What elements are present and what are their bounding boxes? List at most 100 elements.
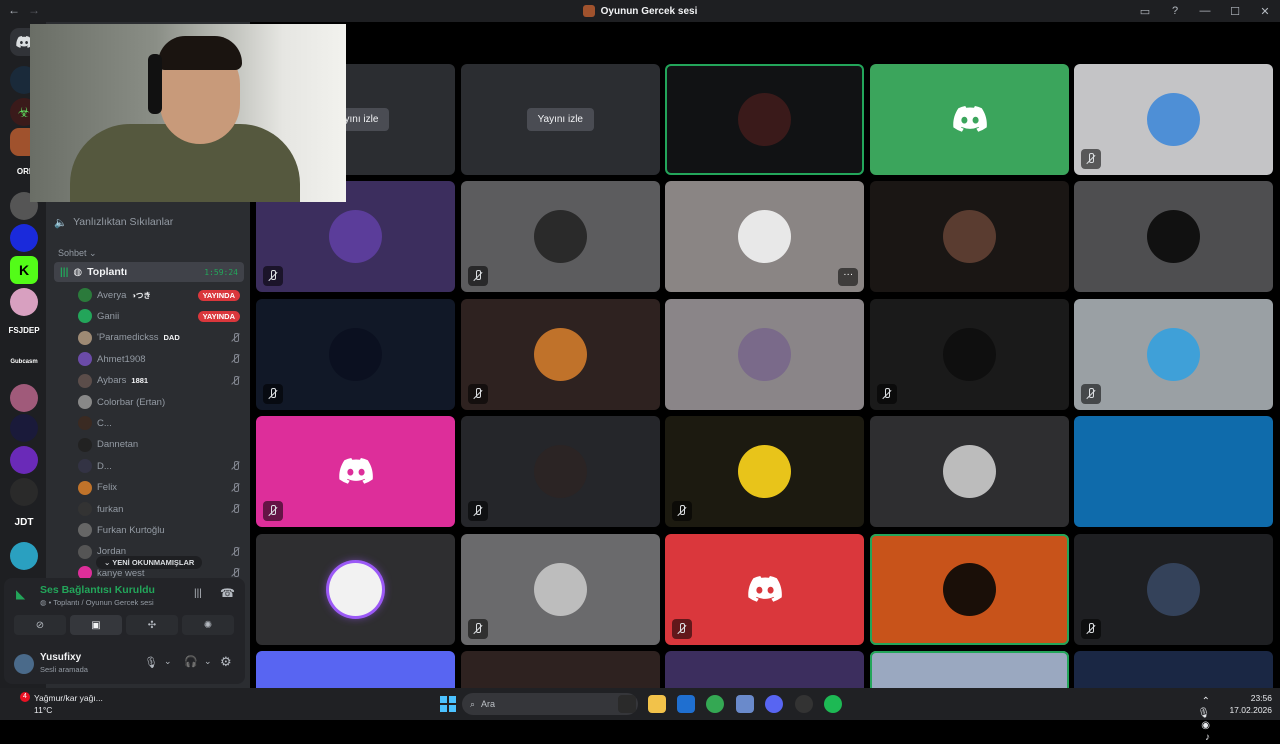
back-button[interactable]: ←	[8, 3, 20, 17]
participant-tile[interactable]: Yayını izle	[460, 64, 660, 175]
forward-button[interactable]: →	[28, 3, 40, 17]
member-row[interactable]: Felix	[78, 479, 240, 497]
settings-gear-icon[interactable]: ⚙	[220, 654, 232, 670]
disconnect-icon[interactable]: ☎	[220, 586, 235, 600]
member-row[interactable]: Averya ◑つき YAYINDA	[78, 286, 240, 304]
maximize-button[interactable]: ☐	[1220, 5, 1250, 18]
active-voice-channel[interactable]: ||| ◍ Toplantı 1:59:24	[54, 262, 244, 282]
mic-options-chevron-icon[interactable]: ⌄	[164, 656, 172, 667]
discord-logo-icon	[339, 458, 373, 484]
voice-channel[interactable]: 🔈 Yanlızlıktan Sıkılanlar	[54, 212, 244, 232]
participant-tile[interactable]	[869, 181, 1069, 293]
participant-tile[interactable]	[1074, 181, 1274, 293]
chrome-icon[interactable]	[706, 695, 724, 713]
participant-tile[interactable]	[665, 298, 865, 410]
noise-suppression-icon[interactable]: |||	[194, 588, 202, 599]
participant-tile[interactable]	[460, 416, 660, 528]
muted-mic-icon	[230, 504, 240, 514]
server-text-fsjdep[interactable]: FSJDEP	[4, 326, 44, 335]
new-unread-pill[interactable]: ⌄ YENİ OKUNMAMIŞLAR	[96, 556, 203, 569]
participant-tile[interactable]	[869, 533, 1069, 645]
more-options-icon[interactable]: ···	[838, 268, 859, 287]
server-text-gubcasm[interactable]: Gubcasm	[4, 359, 44, 365]
participant-tile[interactable]	[665, 416, 865, 528]
participant-tile[interactable]	[869, 64, 1069, 175]
participant-tile[interactable]	[256, 298, 455, 410]
participant-tile[interactable]	[665, 533, 865, 645]
user-avatar[interactable]	[14, 654, 34, 674]
member-row[interactable]: C...	[78, 414, 240, 432]
close-button[interactable]: ✕	[1250, 5, 1280, 18]
connection-status[interactable]: Ses Bağlantısı Kuruldu	[40, 584, 155, 596]
participant-tile[interactable]	[256, 533, 455, 645]
watch-stream-button[interactable]: Yayını izle	[526, 108, 594, 131]
settings-app-icon[interactable]	[736, 695, 754, 713]
member-name: Dannetan	[97, 439, 139, 451]
member-name: C...	[97, 417, 112, 429]
webcam-preview[interactable]	[30, 24, 346, 202]
member-row[interactable]: D...	[78, 457, 240, 475]
server-icon-5[interactable]	[10, 224, 38, 252]
participant-tile[interactable]	[256, 416, 455, 528]
member-row[interactable]: Ahmet1908	[78, 350, 240, 368]
participant-tile[interactable]	[460, 181, 660, 293]
headphones-icon[interactable]: 🎧	[184, 655, 198, 668]
server-text-jdt[interactable]: JDT	[4, 517, 44, 528]
file-explorer-icon[interactable]	[648, 695, 666, 713]
category-label[interactable]: Sohbet ⌄	[58, 248, 97, 259]
member-row[interactable]: Colorbar (Ertan)	[78, 393, 240, 411]
participant-tile[interactable]	[1074, 651, 1274, 688]
username[interactable]: Yusufixy	[40, 652, 81, 663]
video-grid: Yayını izle Yayını izle ···	[250, 22, 1280, 688]
camera-off-button[interactable]: ⊘	[14, 615, 66, 635]
discord-app-icon[interactable]	[765, 695, 783, 713]
mic-icon[interactable]: 🎙	[144, 656, 158, 669]
participant-tile[interactable]	[869, 298, 1069, 410]
system-tray[interactable]: ⌃ 🎙 ◉ ♪ 23:56 17.02.2026	[1197, 692, 1272, 743]
server-icon-9[interactable]	[10, 446, 38, 474]
participant-tile[interactable]	[665, 651, 865, 688]
inbox-icon[interactable]: ▭	[1130, 5, 1160, 18]
task-view-icon[interactable]	[618, 695, 636, 713]
soundboard-button[interactable]: ✺	[182, 615, 234, 635]
store-icon[interactable]	[677, 695, 695, 713]
participant-tile[interactable]	[460, 533, 660, 645]
member-avatar	[78, 502, 92, 516]
windows-start-icon[interactable]	[440, 696, 456, 712]
participant-tile[interactable]: ···	[665, 181, 865, 293]
server-icon-8[interactable]	[10, 414, 38, 442]
member-row[interactable]: furkan	[78, 500, 240, 518]
participant-tile[interactable]	[460, 298, 660, 410]
discord-logo-icon	[748, 575, 783, 602]
member-row[interactable]: 'Paramedickss DAD	[78, 329, 240, 347]
minimize-button[interactable]: —	[1190, 5, 1220, 17]
headphones-options-chevron-icon[interactable]: ⌄	[204, 656, 212, 667]
user-status: Sesli aramada	[40, 665, 88, 674]
spotify-icon[interactable]	[824, 695, 842, 713]
server-icon-6[interactable]	[10, 288, 38, 316]
server-icon-11[interactable]	[10, 542, 38, 570]
participant-tile[interactable]	[665, 64, 865, 175]
participant-tile[interactable]	[869, 651, 1069, 688]
screen-share-button[interactable]: ▣	[70, 615, 122, 635]
member-avatar	[78, 352, 92, 367]
help-icon[interactable]: ?	[1160, 5, 1190, 17]
connection-location[interactable]: ◍ • Toplantı / Oyunun Gercek sesi	[40, 598, 154, 607]
participant-tile[interactable]	[1074, 298, 1274, 410]
server-icon-10[interactable]	[10, 478, 38, 506]
member-row[interactable]: Dannetan	[78, 436, 240, 454]
taskbar-search[interactable]: ⌕ Ara	[462, 693, 638, 715]
member-row[interactable]: Furkan Kurtoğlu	[78, 521, 240, 539]
participant-tile[interactable]	[1074, 64, 1274, 175]
app-icon[interactable]	[795, 695, 813, 713]
activities-button[interactable]: ✣	[126, 615, 178, 635]
participant-tile[interactable]	[1074, 416, 1274, 528]
participant-tile[interactable]	[256, 651, 455, 688]
server-icon-7[interactable]	[10, 384, 38, 412]
member-row[interactable]: Aybars 1881	[78, 372, 240, 390]
server-icon-kick[interactable]: K	[10, 256, 38, 284]
member-row[interactable]: Ganii YAYINDA	[78, 307, 240, 325]
participant-tile[interactable]	[460, 651, 660, 688]
participant-tile[interactable]	[869, 416, 1069, 528]
participant-tile[interactable]	[1074, 533, 1274, 645]
